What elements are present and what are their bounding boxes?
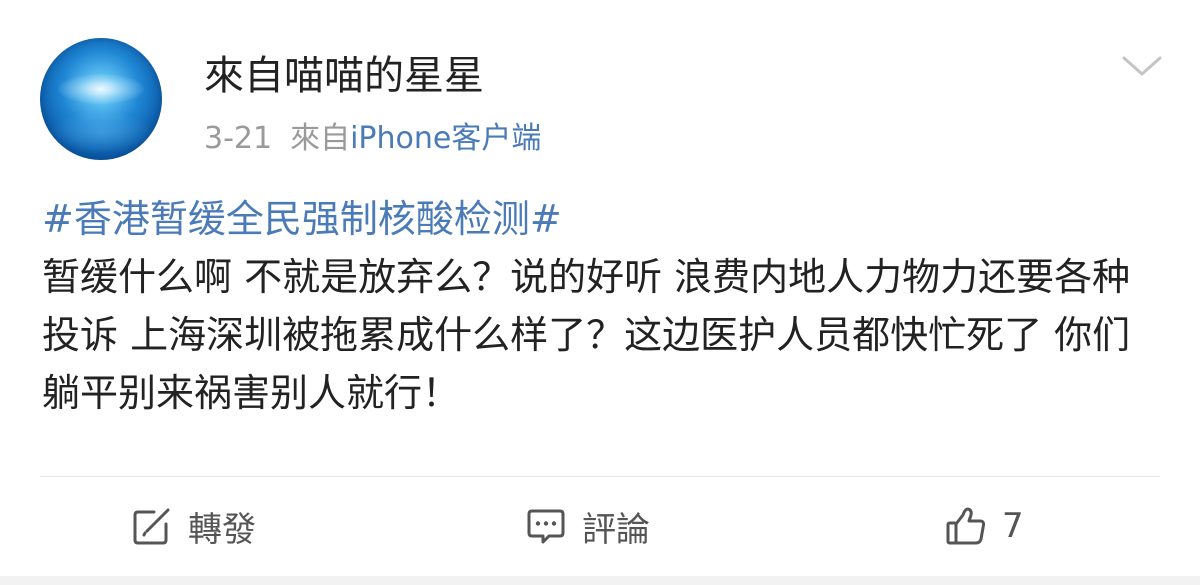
source-client-link[interactable]: iPhone客户端 <box>350 121 541 156</box>
thumbs-up-icon <box>946 507 986 545</box>
comment-button[interactable]: 評論 <box>524 478 650 574</box>
topic-hashtag-link[interactable]: #香港暂缓全民强制核酸检测# <box>42 190 1162 248</box>
action-bar: 轉發 評論 7 <box>0 478 1200 574</box>
like-button[interactable]: 7 <box>944 478 1024 574</box>
bottom-separator <box>0 576 1200 585</box>
post-date: 3-21 <box>204 121 273 156</box>
weibo-post-card: 來自喵喵的星星 3-21 來自iPhone客户端 #香港暂缓全民强制核酸检测# 暂… <box>0 0 1200 585</box>
divider <box>40 476 1160 477</box>
post-meta: 3-21 來自iPhone客户端 <box>204 118 541 160</box>
comment-label: 評論 <box>582 509 650 550</box>
source-prefix: 來自 <box>290 121 351 156</box>
repost-button[interactable]: 轉發 <box>130 478 256 574</box>
avatar[interactable] <box>40 38 162 160</box>
like-count: 7 <box>1002 506 1024 546</box>
avatar-glint <box>58 74 144 104</box>
repost-label: 轉發 <box>188 509 256 550</box>
post-content: #香港暂缓全民强制核酸检测# 暂缓什么啊 不就是放弃么？说的好听 浪费内地人力物… <box>42 190 1162 422</box>
avatar-ripple <box>48 110 154 154</box>
chevron-down-icon[interactable] <box>1118 50 1166 82</box>
author-name[interactable]: 來自喵喵的星星 <box>204 50 484 102</box>
repost-icon <box>133 508 170 545</box>
post-body-text: 暂缓什么啊 不就是放弃么？说的好听 浪费内地人力物力还要各种投诉 上海深圳被拖累… <box>42 255 1131 415</box>
comment-icon <box>527 509 565 544</box>
